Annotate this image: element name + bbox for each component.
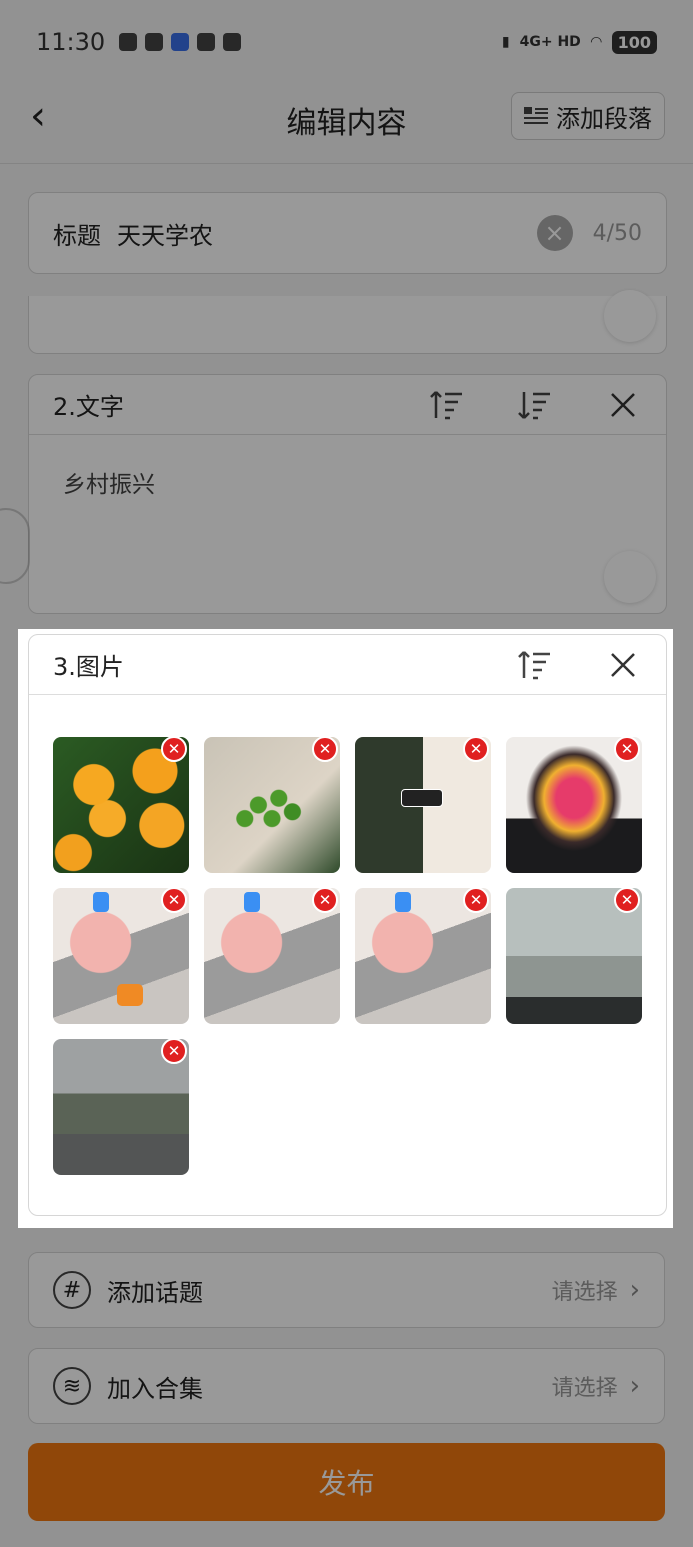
delete-image-icon[interactable]: ✕ xyxy=(463,888,489,913)
image-thumbnail[interactable]: ✕ xyxy=(355,888,491,1024)
app-badge-icon xyxy=(244,892,260,912)
app-logo xyxy=(117,984,143,1006)
image-thumbnail[interactable]: ✕ xyxy=(506,737,642,873)
delete-image-icon[interactable]: ✕ xyxy=(614,737,640,762)
paragraph-3-title: 3.图片 xyxy=(53,653,124,681)
image-thumbnail[interactable]: ✕ xyxy=(53,737,189,873)
app-badge-icon xyxy=(395,892,411,912)
image-thumbnail[interactable]: ✕ xyxy=(53,1039,189,1175)
paragraph-3-card: 3.图片 ✕ ✕ ✕ ✕ ✕ ✕ ✕ ✕ ✕ xyxy=(28,634,667,1216)
delete-image-icon[interactable]: ✕ xyxy=(161,1039,187,1064)
delete-image-icon[interactable]: ✕ xyxy=(161,888,187,913)
delete-image-icon[interactable]: ✕ xyxy=(614,888,640,913)
close-icon[interactable] xyxy=(604,646,642,684)
delete-image-icon[interactable]: ✕ xyxy=(463,737,489,762)
delete-image-icon[interactable]: ✕ xyxy=(161,737,187,762)
image-thumbnail[interactable]: ✕ xyxy=(204,888,340,1024)
delete-image-icon[interactable]: ✕ xyxy=(312,737,338,762)
caption-sticker xyxy=(401,789,443,807)
app-badge-icon xyxy=(93,892,109,912)
image-thumbnail[interactable]: ✕ xyxy=(355,737,491,873)
image-thumbnail[interactable]: ✕ xyxy=(204,737,340,873)
move-up-icon[interactable] xyxy=(516,646,554,684)
delete-image-icon[interactable]: ✕ xyxy=(312,888,338,913)
image-grid: ✕ ✕ ✕ ✕ ✕ ✕ ✕ ✕ ✕ xyxy=(53,737,645,1175)
image-thumbnail[interactable]: ✕ xyxy=(53,888,189,1024)
image-thumbnail[interactable]: ✕ xyxy=(506,888,642,1024)
